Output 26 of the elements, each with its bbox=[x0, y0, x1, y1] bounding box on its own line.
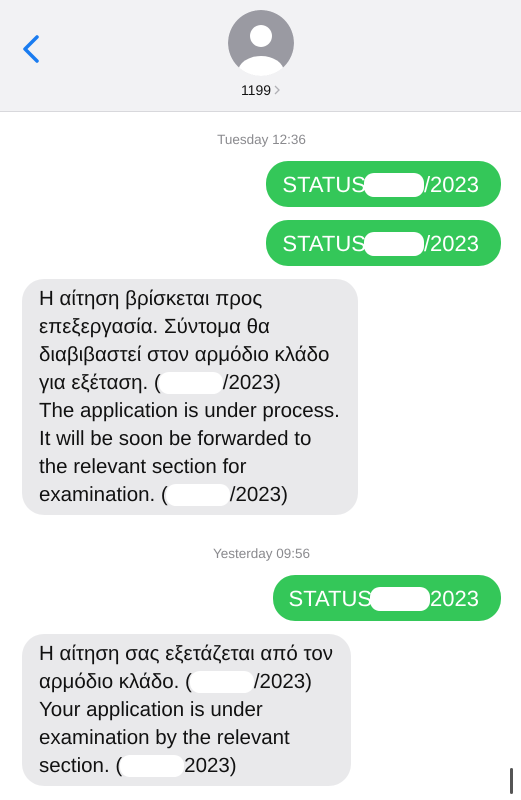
redaction-mark bbox=[364, 232, 424, 256]
avatar-icon[interactable] bbox=[228, 10, 294, 76]
back-icon[interactable] bbox=[20, 34, 42, 64]
redaction-mark bbox=[370, 586, 430, 610]
message-text: STATUS /2023 bbox=[282, 172, 479, 197]
message-text: STATUS /2023 bbox=[282, 231, 479, 256]
message-text: Your application is under bbox=[39, 697, 264, 723]
message-text: STATUS 2023 bbox=[288, 586, 479, 611]
contact-name[interactable]: 1199 bbox=[240, 82, 272, 98]
message-text: αρμόδιο κλάδο. ( /2023) bbox=[39, 669, 313, 695]
message-text: επεξεργασία. Σύντομα θα bbox=[39, 314, 271, 340]
chevron-icon[interactable] bbox=[274, 85, 280, 95]
message-text: Η αίτηση σας εξετάζεται από τον bbox=[39, 641, 333, 667]
timestamp: Yesterday 09:56 bbox=[212, 546, 310, 561]
timestamp: Tuesday 12:36 bbox=[217, 132, 306, 147]
message-text: examination by the relevant bbox=[39, 725, 291, 751]
message-text: Η αίτηση βρίσκεται προς bbox=[39, 286, 264, 312]
message-text: The application is under process. bbox=[39, 398, 340, 424]
message-text: section. ( 2023) bbox=[39, 753, 238, 779]
message-text: για εξέταση. ( /2023) bbox=[39, 370, 282, 396]
message-text: examination. ( /2023) bbox=[39, 482, 289, 508]
message-text: It will be soon be forwarded to bbox=[39, 426, 312, 452]
scroll-indicator bbox=[510, 768, 513, 794]
message-text: the relevant section for bbox=[39, 454, 248, 480]
redaction-mark bbox=[364, 172, 424, 196]
message-text: διαβιβαστεί στον αρμόδιο κλάδο bbox=[39, 342, 330, 368]
